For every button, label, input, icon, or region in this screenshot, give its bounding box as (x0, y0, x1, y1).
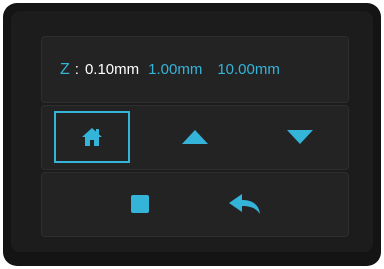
action-panel (41, 172, 349, 237)
z-axis-label: Z (60, 60, 70, 78)
z-move-panel (41, 105, 349, 170)
triangle-up-icon (182, 130, 208, 144)
z-axis-colon: : (74, 61, 79, 78)
device-frame: Z : 0.10mm 1.00mm 10.00mm (3, 3, 381, 266)
stop-square-icon (131, 195, 149, 213)
z-down-button[interactable] (262, 111, 338, 163)
z-step-panel: Z : 0.10mm 1.00mm 10.00mm (41, 36, 349, 103)
home-icon (82, 128, 102, 146)
home-button[interactable] (54, 111, 130, 163)
z-up-button[interactable] (157, 111, 233, 163)
step-option-0-10mm[interactable]: 0.10mm (85, 61, 139, 78)
z-step-row: Z : 0.10mm 1.00mm 10.00mm (60, 37, 280, 102)
back-button[interactable] (207, 178, 283, 230)
step-option-1-00mm[interactable]: 1.00mm (148, 61, 202, 78)
back-arrow-icon (229, 194, 260, 214)
touch-screen: Z : 0.10mm 1.00mm 10.00mm (11, 11, 373, 252)
stop-button[interactable] (102, 178, 178, 230)
triangle-down-icon (287, 130, 313, 144)
step-option-10-00mm[interactable]: 10.00mm (217, 61, 280, 78)
